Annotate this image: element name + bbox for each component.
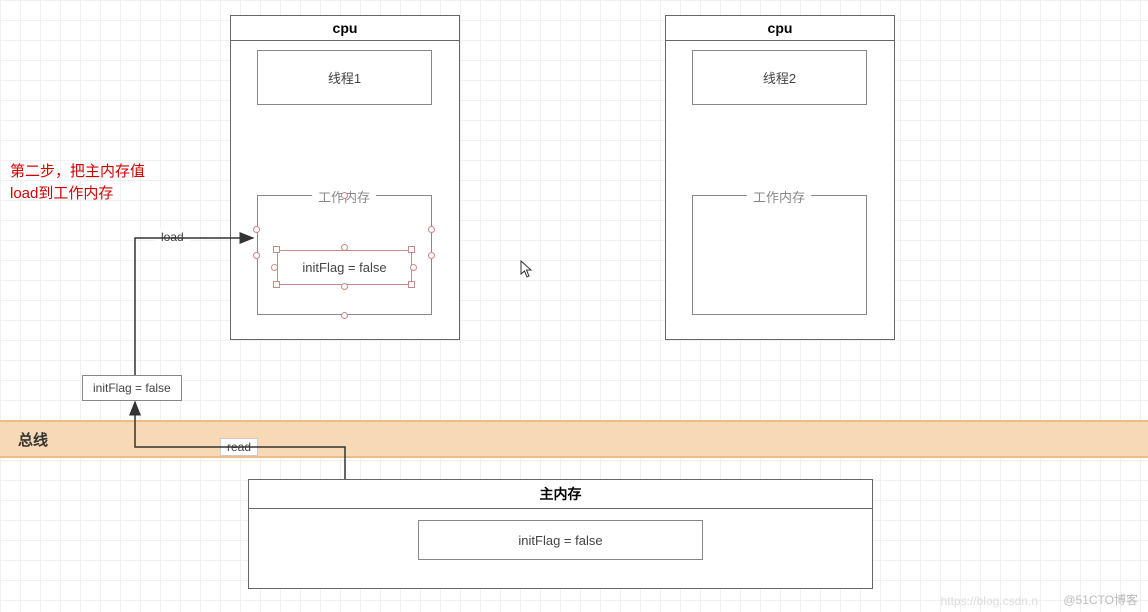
- cpu1-flagbox[interactable]: initFlag = false: [277, 250, 412, 285]
- sel-handle[interactable]: [341, 244, 348, 251]
- cpu2-title: cpu: [666, 16, 894, 41]
- sel-handle[interactable]: [271, 264, 278, 271]
- main-memory-flagbox-text: initFlag = false: [518, 533, 602, 548]
- bus-bar: 总线: [0, 420, 1148, 458]
- sel-handle[interactable]: [410, 264, 417, 271]
- sel-handle[interactable]: [273, 281, 280, 288]
- bus-label: 总线: [18, 429, 48, 450]
- sel-handle-outer[interactable]: [428, 252, 435, 259]
- sel-handle[interactable]: [273, 246, 280, 253]
- cursor-icon: [520, 260, 534, 283]
- cpu2-workmem-label: 工作内存: [747, 187, 811, 206]
- sel-handle-outer[interactable]: [253, 226, 260, 233]
- annotation-line1: 第二步，把主内存值: [10, 160, 145, 181]
- cpu2-thread-label: 线程2: [763, 68, 796, 87]
- sel-handle[interactable]: [341, 283, 348, 290]
- load-label: load: [155, 229, 190, 245]
- main-memory-flagbox: initFlag = false: [418, 520, 703, 560]
- watermark-right: @51CTO博客: [1063, 591, 1138, 608]
- sel-handle-outer[interactable]: [341, 312, 348, 319]
- sel-handle[interactable]: [408, 246, 415, 253]
- sel-handle-outer[interactable]: [341, 192, 348, 199]
- cpu1-thread-label: 线程1: [328, 68, 361, 87]
- temp-flagbox: initFlag = false: [82, 375, 182, 401]
- sel-handle[interactable]: [408, 281, 415, 288]
- cpu1-thread-box: 线程1: [257, 50, 432, 105]
- sel-handle-outer[interactable]: [253, 252, 260, 259]
- cpu1-flagbox-text: initFlag = false: [302, 260, 386, 275]
- cpu1-title: cpu: [231, 16, 459, 41]
- watermark-left: https://blog.csdn.n: [941, 594, 1038, 608]
- sel-handle-outer[interactable]: [428, 226, 435, 233]
- annotation-line2: load到工作内存: [10, 182, 113, 203]
- cpu2-workmem-box: [692, 195, 867, 315]
- main-memory-title: 主内存: [249, 480, 872, 509]
- read-label: read: [220, 438, 258, 456]
- cpu2-thread-box: 线程2: [692, 50, 867, 105]
